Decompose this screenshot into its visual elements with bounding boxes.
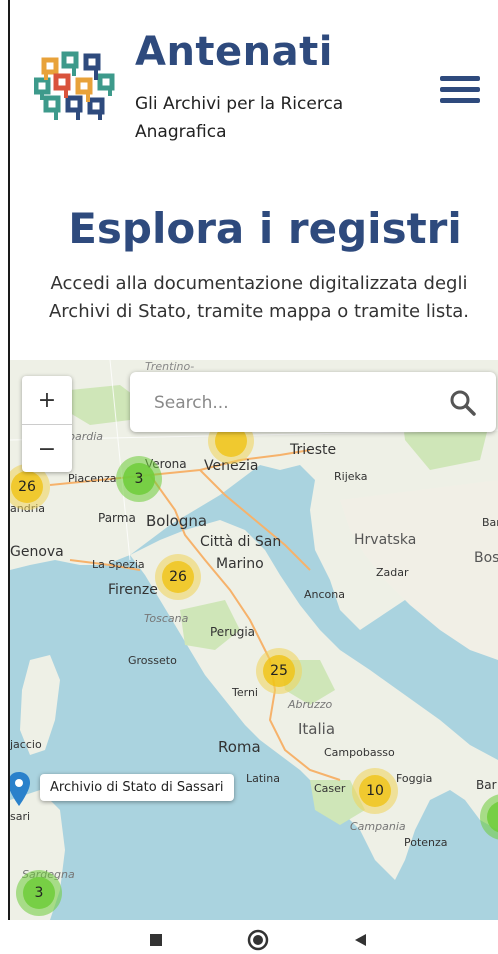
map-search-input[interactable] <box>152 386 436 420</box>
map-view[interactable]: Trentino- bardia Verona Venezia Trieste … <box>10 360 498 920</box>
label-toscana: Toscana <box>144 612 189 625</box>
label-hrvatska: Hrvatska <box>354 532 417 548</box>
page-subtitle: Accedi alla documentazione digitalizzata… <box>48 273 470 322</box>
circle-home-icon[interactable] <box>246 928 270 952</box>
page-title: Esplora i registri <box>68 204 462 253</box>
label-potenza: Potenza <box>404 836 448 849</box>
hamburger-menu-icon[interactable] <box>440 76 480 106</box>
label-terni: Terni <box>232 686 258 699</box>
cluster-marker[interactable]: 26 <box>155 554 201 600</box>
label-campania: Campania <box>350 820 406 833</box>
label-sari: sari <box>10 810 31 823</box>
marker-tooltip: Archivio di Stato di Sassari <box>40 774 234 801</box>
cluster-marker[interactable]: 10 <box>352 768 398 814</box>
zoom-control: + − <box>22 376 72 472</box>
label-la-spezia: La Spezia <box>92 558 145 571</box>
zoom-in-button[interactable]: + <box>22 376 72 425</box>
label-roma: Roma <box>218 738 261 756</box>
label-latina: Latina <box>246 772 280 785</box>
zoom-out-button[interactable]: − <box>22 425 72 473</box>
label-trieste: Trieste <box>290 442 337 458</box>
site-header: Antenati Gli Archivi per la Ricerca Anag… <box>0 0 498 190</box>
label-caserta: Caser <box>314 782 346 795</box>
cluster-marker[interactable]: 3 <box>116 456 162 502</box>
label-ajaccio: jaccio <box>10 738 42 751</box>
label-citta-di-san: Città di San <box>200 534 282 550</box>
label-genova: Genova <box>10 544 64 560</box>
label-campobasso: Campobasso <box>324 746 395 759</box>
label-firenze: Firenze <box>108 582 158 598</box>
label-grosseto: Grosseto <box>128 654 177 667</box>
label-zadar: Zadar <box>376 566 409 579</box>
cluster-marker[interactable]: 3 <box>16 870 62 916</box>
label-piacenza: Piacenza <box>68 472 117 485</box>
label-bologna: Bologna <box>146 512 208 530</box>
label-parma: Parma <box>98 511 136 525</box>
antenati-logo-icon[interactable] <box>34 50 118 122</box>
triangle-back-icon[interactable] <box>352 932 368 948</box>
label-italia: Italia <box>298 720 336 738</box>
cluster-marker[interactable]: 25 <box>256 648 302 694</box>
label-ancona: Ancona <box>304 588 345 601</box>
label-foggia: Foggia <box>396 772 433 785</box>
label-abruzzo: Abruzzo <box>288 698 333 711</box>
map-search-box <box>130 372 496 432</box>
label-perugia: Perugia <box>210 625 256 639</box>
search-icon[interactable] <box>448 388 478 418</box>
android-nav-bar <box>0 920 498 954</box>
label-ban: Ban <box>482 516 498 529</box>
label-bar: Bar <box>476 778 497 792</box>
label-lombardia: bardia <box>68 430 104 443</box>
square-recent-icon[interactable] <box>148 932 164 948</box>
label-marino: Marino <box>216 556 264 572</box>
site-subtitle: Gli Archivi per la Ricerca Anagrafica <box>135 94 344 142</box>
location-pin-icon[interactable] <box>10 772 30 806</box>
label-bos: Bos <box>474 550 498 566</box>
label-rijeka: Rijeka <box>334 470 368 483</box>
site-title[interactable]: Antenati <box>135 32 333 72</box>
